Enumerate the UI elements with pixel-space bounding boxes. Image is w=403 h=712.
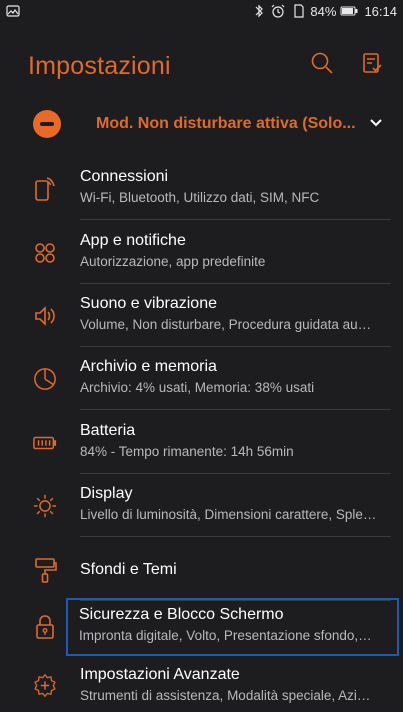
alarm-icon bbox=[270, 4, 286, 18]
sound-icon bbox=[33, 303, 57, 329]
display-icon bbox=[33, 493, 57, 519]
search-button[interactable] bbox=[309, 50, 335, 76]
setting-title: Suono e vibrazione bbox=[80, 295, 217, 312]
setting-title: Connessioni bbox=[80, 168, 169, 185]
setting-text: Archivio e memoria Archivio: 4% usati, M… bbox=[80, 358, 390, 395]
setting-apps[interactable]: App e notifiche Autorizzazione, app pred… bbox=[0, 222, 403, 284]
setting-subtitle: Archivio: 4% usati, Memoria: 38% usati bbox=[80, 380, 315, 395]
setting-security[interactable]: Sicurezza e Blocco Schermo Impronta digi… bbox=[66, 598, 399, 656]
app-header: Impostazioni bbox=[0, 22, 403, 102]
advanced-icon bbox=[33, 672, 57, 698]
feedback-button[interactable] bbox=[359, 50, 385, 76]
setting-subtitle: Strumenti di assistenza, Modalità specia… bbox=[80, 688, 371, 703]
dnd-label: Mod. Non disturbare attiva (Solo... bbox=[96, 115, 356, 132]
status-left bbox=[0, 5, 20, 17]
setting-title: Impostazioni Avanzate bbox=[80, 666, 240, 683]
status-bar: 84% 16:14 bbox=[0, 0, 403, 22]
setting-text: Sfondi e Temi bbox=[80, 561, 390, 579]
divider bbox=[80, 536, 391, 537]
setting-title: App e notifiche bbox=[80, 232, 186, 249]
setting-title: Sfondi e Temi bbox=[80, 561, 177, 578]
battery-status: 84% bbox=[310, 4, 358, 19]
divider bbox=[80, 409, 391, 410]
setting-text: Display Livello di luminosità, Dimension… bbox=[80, 485, 390, 522]
lock-icon bbox=[33, 614, 57, 640]
battery-level-icon bbox=[340, 6, 358, 16]
setting-display[interactable]: Display Livello di luminosità, Dimension… bbox=[0, 475, 403, 537]
setting-themes[interactable]: Sfondi e Temi bbox=[0, 539, 403, 601]
setting-text: Sicurezza e Blocco Schermo Impronta digi… bbox=[79, 606, 389, 643]
setting-subtitle: 84% - Tempo rimanente: 14h 56min bbox=[80, 444, 294, 459]
setting-subtitle: Livello di luminosità, Dimensioni caratt… bbox=[80, 507, 377, 522]
battery-percent: 84% bbox=[310, 3, 337, 19]
search-icon bbox=[311, 52, 333, 74]
header-actions bbox=[309, 50, 385, 76]
setting-connections[interactable]: Connessioni Wi-Fi, Bluetooth, Utilizzo d… bbox=[0, 158, 403, 220]
apps-icon bbox=[33, 240, 57, 266]
sim-icon bbox=[292, 4, 305, 18]
chevron-down-icon[interactable] bbox=[366, 113, 386, 133]
setting-subtitle: Autorizzazione, app predefinite bbox=[80, 254, 266, 269]
setting-text: Connessioni Wi-Fi, Bluetooth, Utilizzo d… bbox=[80, 168, 390, 205]
divider bbox=[80, 283, 391, 284]
dnd-icon bbox=[33, 110, 61, 138]
setting-text: App e notifiche Autorizzazione, app pred… bbox=[80, 232, 390, 269]
setting-text: Suono e vibrazione Volume, Non disturbar… bbox=[80, 295, 390, 332]
dnd-banner[interactable]: Mod. Non disturbare attiva (Solo... bbox=[0, 95, 403, 150]
status-time: 16:14 bbox=[364, 3, 397, 19]
setting-sound[interactable]: Suono e vibrazione Volume, Non disturbar… bbox=[0, 285, 403, 347]
status-right: 84% 16:14 bbox=[254, 4, 403, 19]
setting-title: Archivio e memoria bbox=[80, 358, 217, 375]
setting-title: Batteria bbox=[80, 422, 136, 439]
divider bbox=[80, 219, 391, 220]
page-title: Impostazioni bbox=[28, 52, 171, 80]
setting-battery[interactable]: Batteria 84% - Tempo rimanente: 14h 56mi… bbox=[0, 412, 403, 474]
setting-subtitle: Impronta digitale, Volto, Presentazione … bbox=[79, 628, 372, 643]
divider bbox=[80, 473, 391, 474]
connections-icon bbox=[33, 176, 57, 202]
theme-icon bbox=[33, 557, 57, 583]
setting-title: Display bbox=[80, 485, 133, 502]
setting-subtitle: Wi-Fi, Bluetooth, Utilizzo dati, SIM, NF… bbox=[80, 190, 320, 205]
clipboard-check-icon bbox=[363, 53, 382, 73]
setting-subtitle: Volume, Non disturbare, Procedura guidat… bbox=[80, 317, 372, 332]
battery-icon bbox=[33, 430, 57, 456]
bluetooth-icon bbox=[254, 4, 264, 18]
setting-advanced[interactable]: Impostazioni Avanzate Strumenti di assis… bbox=[0, 660, 403, 712]
setting-text: Impostazioni Avanzate Strumenti di assis… bbox=[80, 666, 390, 703]
setting-title: Sicurezza e Blocco Schermo bbox=[79, 606, 284, 623]
setting-text: Batteria 84% - Tempo rimanente: 14h 56mi… bbox=[80, 422, 390, 459]
storage-icon bbox=[33, 366, 57, 392]
divider bbox=[80, 346, 391, 347]
image-icon bbox=[6, 5, 20, 17]
setting-storage[interactable]: Archivio e memoria Archivio: 4% usati, M… bbox=[0, 348, 403, 410]
